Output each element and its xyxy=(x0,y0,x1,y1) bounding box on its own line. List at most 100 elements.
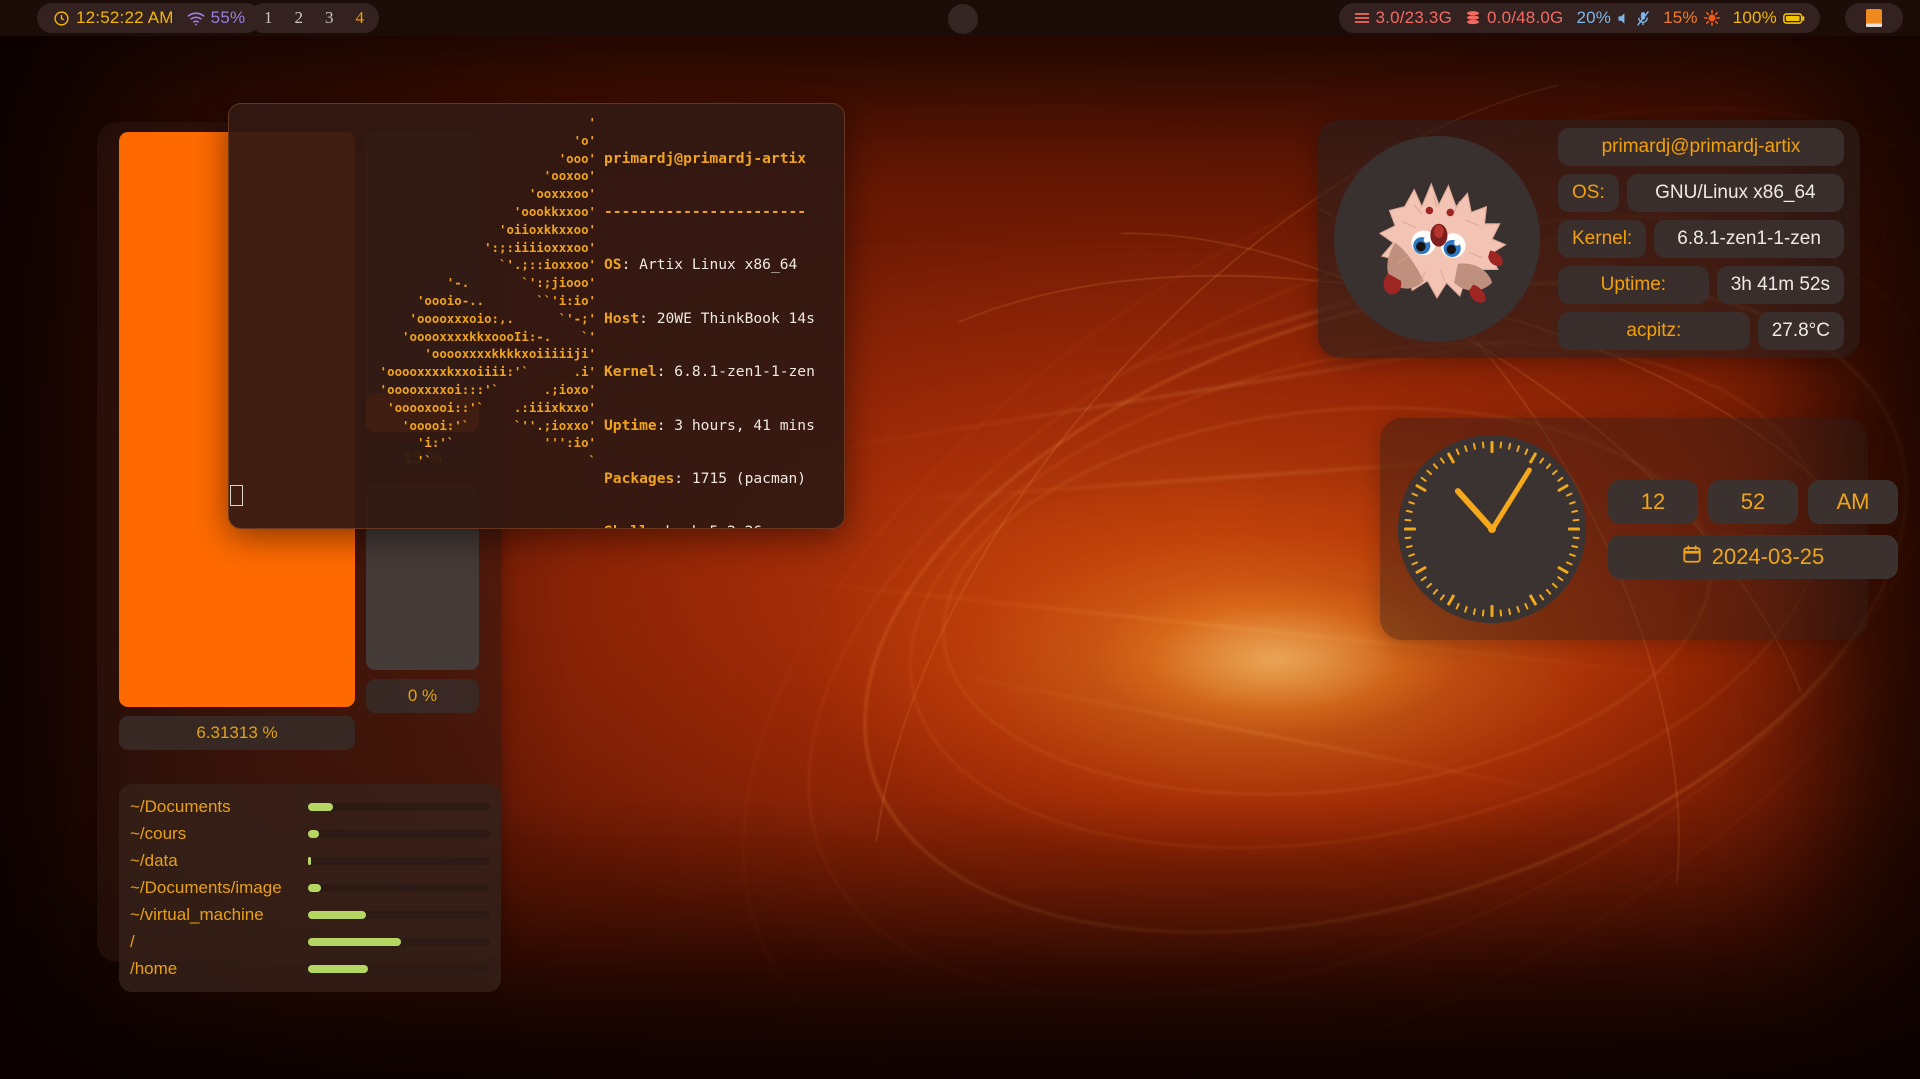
workspace-2[interactable]: 2 xyxy=(295,8,304,28)
kernel-row: Kernel: 6.8.1-zen1-1-zen xyxy=(1558,220,1844,258)
list-item[interactable]: ~/Documents/image xyxy=(130,877,490,899)
memory-stat[interactable]: 3.0/23.3G xyxy=(1354,8,1452,28)
list-item[interactable]: ~/cours xyxy=(130,823,490,845)
wifi-group[interactable]: 55% xyxy=(187,8,246,28)
cpu-gauge-label: 6.31313 % xyxy=(119,716,355,750)
disk-usage-fill xyxy=(308,830,319,838)
neofetch-output: primardj@primardj-artix ----------------… xyxy=(600,114,832,528)
system-stats-pill: 3.0/23.3G 0.0/48.0G 20% 15% 100% xyxy=(1338,3,1820,33)
alacritty-terminal-window[interactable]: ' 'o' 'ooo' 'ooxoo' 'ooxxxoo' 'oookkxxoo… xyxy=(228,103,845,529)
disk-path: ~/virtual_machine xyxy=(130,905,264,924)
disk-usage-track xyxy=(308,938,490,946)
disk-usage: 0.0/48.0G xyxy=(1487,8,1564,27)
neofetch-row: Uptime: 3 hours, 41 mins xyxy=(604,416,815,434)
swap-gauge-label: 0 % xyxy=(366,679,479,713)
clock-tick xyxy=(1507,442,1512,450)
clock-tick xyxy=(1463,605,1468,614)
clock-tick xyxy=(1490,441,1494,453)
os-label: OS: xyxy=(1558,174,1619,212)
list-item[interactable]: /home xyxy=(130,958,490,980)
clock-tick xyxy=(1516,605,1521,614)
list-item[interactable]: / xyxy=(130,931,490,953)
volume-stat[interactable]: 20% xyxy=(1576,8,1650,28)
neofetch-key: OS xyxy=(604,256,622,274)
neofetch-value: 3 hours, 41 mins xyxy=(674,416,815,434)
disk-usage-track xyxy=(308,803,490,811)
brightness-stat[interactable]: 15% xyxy=(1663,8,1720,28)
time-row: 12 52 AM xyxy=(1608,479,1898,524)
list-item[interactable]: ~/data xyxy=(130,850,490,872)
terminal-cursor xyxy=(230,485,243,506)
disk-stack-icon xyxy=(1465,10,1481,26)
clock-tick xyxy=(1472,442,1477,450)
neofetch-value: 6.8.1-zen1-1-zen xyxy=(674,363,815,381)
clock-tick xyxy=(1572,518,1580,522)
fluffy-creature-avatar xyxy=(1378,182,1507,303)
clock-tick xyxy=(1472,608,1477,616)
clock-tick xyxy=(1568,527,1580,531)
neofetch-row: Host: 20WE ThinkBook 14s xyxy=(604,309,815,327)
clock-tick xyxy=(1455,602,1460,610)
clock-pill[interactable]: 12:52:22 AM 55% xyxy=(37,3,262,33)
list-item[interactable]: ~/Documents xyxy=(130,796,490,818)
clock-tick xyxy=(1404,536,1412,540)
battery-stat[interactable]: 100% xyxy=(1733,8,1805,28)
clock-tick xyxy=(1446,594,1456,606)
clock-tick xyxy=(1446,452,1456,464)
avatar xyxy=(1334,136,1540,342)
clock-tick xyxy=(1411,561,1419,566)
book-app-icon xyxy=(1862,6,1886,30)
clock-meridiem[interactable]: AM xyxy=(1808,479,1898,524)
clock-tick xyxy=(1455,448,1460,456)
clock-minute-hand xyxy=(1489,466,1533,531)
clock-icon xyxy=(53,10,70,27)
workspace-3[interactable]: 3 xyxy=(325,8,334,28)
disk-path: ~/cours xyxy=(130,824,187,843)
clock-tick xyxy=(1404,518,1412,522)
clock-tick xyxy=(1415,565,1427,575)
analog-clock-dial xyxy=(1398,435,1586,623)
memory-icon xyxy=(1354,11,1370,25)
neofetch-rule: ----------------------- xyxy=(604,202,807,220)
clock-tick xyxy=(1538,593,1545,601)
date-row[interactable]: 2024-03-25 xyxy=(1608,534,1898,579)
clock-tick xyxy=(1407,500,1416,505)
clock-tick xyxy=(1499,441,1503,449)
clock-tick xyxy=(1439,457,1446,465)
clock-tick xyxy=(1420,575,1428,582)
disk-usage-track xyxy=(308,965,490,973)
sun-gear-icon xyxy=(1703,10,1720,26)
clock-tick xyxy=(1571,544,1579,549)
calendar-icon xyxy=(1682,544,1702,570)
disk-usage-fill xyxy=(308,938,401,946)
workspace-4[interactable]: 4 xyxy=(356,8,365,28)
clock-tick xyxy=(1481,441,1485,449)
clock-tick xyxy=(1556,476,1564,483)
neofetch-value: 1715 (pacman) xyxy=(691,469,807,487)
clock-tick xyxy=(1572,536,1580,540)
neofetch-key: Shell xyxy=(604,523,648,528)
bar-center-notch xyxy=(948,4,978,34)
uptime-row: Uptime: 3h 41m 52s xyxy=(1558,266,1844,304)
disk-usage-fill xyxy=(308,911,367,919)
clock-group[interactable]: 12:52:22 AM xyxy=(53,8,174,28)
clock-minute[interactable]: 52 xyxy=(1708,479,1798,524)
clock-tick xyxy=(1507,608,1512,616)
volume-level: 20% xyxy=(1576,8,1612,27)
book-app-button[interactable] xyxy=(1845,3,1903,33)
neofetch-title: primardj@primardj-artix xyxy=(604,149,807,167)
disk-stat[interactable]: 0.0/48.0G xyxy=(1465,8,1563,28)
disk-usage-track xyxy=(308,884,490,892)
list-item[interactable]: ~/virtual_machine xyxy=(130,904,490,926)
clock-hour[interactable]: 12 xyxy=(1608,479,1698,524)
neofetch-key: Kernel xyxy=(604,363,657,381)
workspace-1[interactable]: 1 xyxy=(264,8,273,28)
neofetch-key: Packages xyxy=(604,469,675,487)
clock-widget: 12 52 AM 2024-03-25 xyxy=(1380,418,1898,640)
terminal-content: ' 'o' 'ooo' 'ooxoo' 'ooxxxoo' 'oookkxxoo… xyxy=(229,104,844,528)
clock-tick xyxy=(1432,588,1439,596)
clock-tick xyxy=(1432,462,1439,470)
clock-tick xyxy=(1420,476,1428,483)
disk-path: ~/data xyxy=(130,851,178,870)
system-info-rows: primardj@primardj-artix OS: GNU/Linux x8… xyxy=(1558,128,1844,350)
